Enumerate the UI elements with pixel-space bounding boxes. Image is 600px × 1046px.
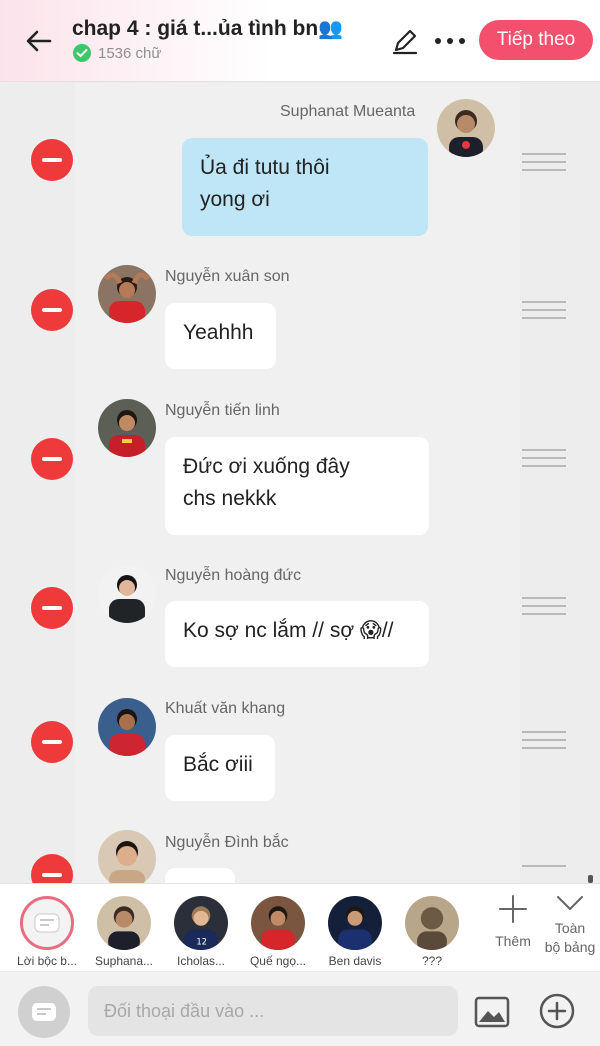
drag-handle-icon[interactable]	[522, 153, 566, 177]
add-circle-icon[interactable]	[538, 992, 576, 1030]
role-narration[interactable]: Lời bộc b...	[10, 896, 84, 968]
role-character[interactable]: Suphana...	[87, 896, 161, 968]
word-count: 1536 chữ	[72, 43, 161, 63]
role-selector-bar: Lời bộc b... Suphana... 12 Icholas... Qu…	[0, 883, 600, 971]
plus-icon	[499, 895, 527, 923]
message-line: chs nekkk	[183, 487, 277, 510]
chapter-title: chap 4 : giá t...ủa tình bn👥	[72, 16, 343, 41]
van-khang-avatar	[98, 698, 156, 756]
drag-handle-icon[interactable]	[522, 865, 566, 883]
delete-message-button[interactable]	[31, 854, 73, 883]
delete-message-button[interactable]	[31, 721, 73, 763]
chat-area[interactable]: Suphanat Mueanta Ủa đi tutu thôi yong ơi…	[0, 83, 600, 883]
delete-message-button[interactable]	[31, 139, 73, 181]
word-count-text: 1536 chữ	[98, 44, 162, 62]
message-bubble[interactable]: Ủa đi tutu thôi yong ơi	[182, 138, 428, 236]
pen-icon[interactable]	[390, 26, 420, 56]
check-circle-icon	[73, 44, 91, 62]
people-emoji-icon: 👥	[318, 18, 344, 40]
message-bubble[interactable]: Yeahhh	[165, 303, 276, 369]
avatar	[328, 896, 382, 950]
hoang-duc-avatar	[98, 565, 156, 623]
role-character[interactable]: 12 Icholas...	[164, 896, 238, 968]
message-bubble[interactable]: Đức ơi xuống đây chs nekkk	[165, 437, 429, 535]
drag-handle-icon[interactable]	[522, 731, 566, 755]
speaker-name: Nguyễn tiến linh	[165, 402, 280, 419]
full-table-button[interactable]: Toàn bộ bảng	[540, 892, 600, 957]
narration-ring	[20, 896, 74, 950]
delete-message-button[interactable]	[31, 438, 73, 480]
narration-icon	[34, 913, 60, 933]
narration-icon	[32, 1003, 56, 1021]
message-bubble[interactable]: Bắc ơiii	[165, 735, 275, 801]
role-label: Ben davis	[328, 954, 382, 968]
next-button[interactable]: Tiếp theo	[479, 20, 593, 60]
role-label: ???	[421, 954, 443, 968]
add-role-label: Thêm	[495, 933, 531, 949]
message-bubble[interactable]	[165, 868, 235, 883]
input-bar	[0, 972, 600, 1046]
message-line: Yeahhh	[183, 321, 254, 344]
speaker-name: Khuất văn khang	[165, 700, 286, 717]
speaker-name: Suphanat Mueanta	[280, 103, 416, 120]
speaker-name: Nguyễn xuân son	[165, 268, 290, 285]
suphanat-avatar	[437, 99, 495, 157]
message-line: Ủa đi tutu thôi	[200, 156, 330, 179]
top-bar: chap 4 : giá t...ủa tình bn👥 1536 chữ Ti…	[0, 0, 600, 82]
message-line: yong ơi	[200, 188, 270, 211]
back-arrow-icon[interactable]	[22, 24, 56, 58]
role-label: Quế ngọ...	[249, 954, 307, 968]
narration-toggle-button[interactable]	[18, 986, 70, 1038]
avatar	[97, 896, 151, 950]
avatar: 12	[174, 896, 228, 950]
image-icon[interactable]	[474, 996, 510, 1028]
delete-message-button[interactable]	[31, 587, 73, 629]
chapter-title-text: chap 4 : giá t...ủa tình bn	[72, 17, 319, 40]
speaker-name: Nguyễn hoàng đức	[165, 567, 302, 584]
chevron-down-icon	[557, 896, 583, 910]
role-label: Lời bộc b...	[17, 954, 77, 968]
role-character[interactable]: ???	[395, 896, 469, 968]
role-character[interactable]: Ben davis	[318, 896, 392, 968]
dialogue-input[interactable]	[88, 986, 458, 1036]
full-table-label-line2: bộ bảng	[544, 939, 596, 955]
drag-handle-icon[interactable]	[522, 301, 566, 325]
svg-text:12: 12	[196, 936, 207, 946]
drag-handle-icon[interactable]	[522, 449, 566, 473]
scrollbar[interactable]	[588, 875, 593, 883]
message-line: Ko sợ nc lắm // sợ 😱//	[183, 619, 394, 642]
xuan-son-avatar	[98, 265, 156, 323]
full-table-label-line1: Toàn	[554, 920, 586, 936]
role-character[interactable]: Quế ngọ...	[241, 896, 315, 968]
message-line: Bắc ơiii	[183, 753, 253, 776]
dinh-bac-avatar	[98, 830, 156, 883]
drag-handle-icon[interactable]	[522, 597, 566, 621]
more-options-icon[interactable]	[430, 26, 470, 56]
avatar	[251, 896, 305, 950]
role-label: Suphana...	[94, 954, 154, 968]
delete-message-button[interactable]	[31, 289, 73, 331]
message-line: Đức ơi xuống đây	[183, 455, 350, 478]
speaker-name: Nguyễn Đình bắc	[165, 834, 289, 851]
role-label: Icholas...	[176, 954, 226, 968]
message-bubble[interactable]: Ko sợ nc lắm // sợ 😱//	[165, 601, 429, 667]
tien-linh-avatar	[98, 399, 156, 457]
avatar	[405, 896, 459, 950]
add-role-button[interactable]: Thêm	[488, 892, 538, 949]
